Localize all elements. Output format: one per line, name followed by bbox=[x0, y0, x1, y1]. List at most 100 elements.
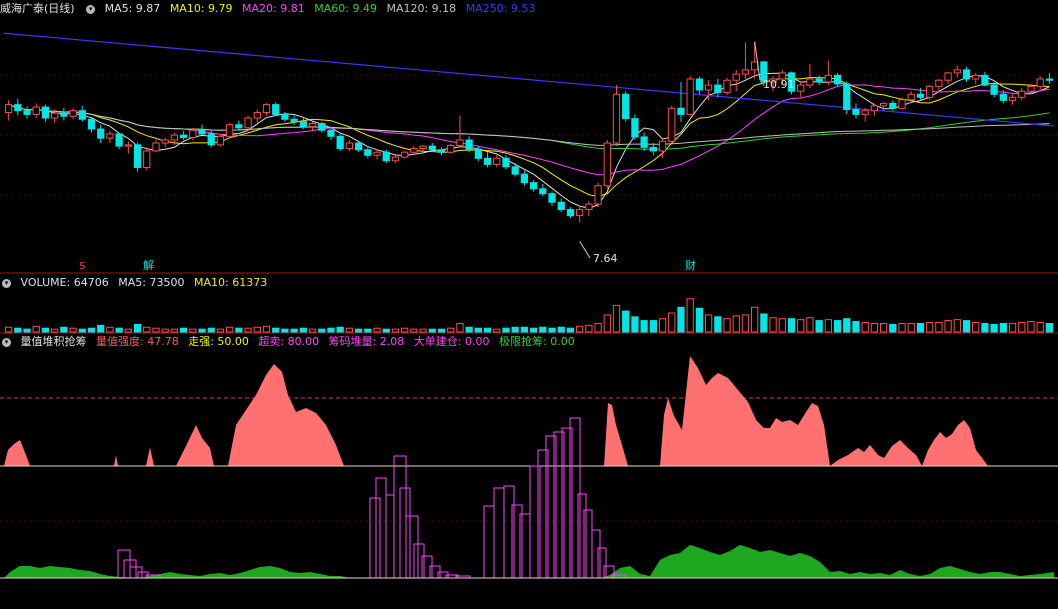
candle bbox=[290, 115, 298, 125]
volume-bar bbox=[695, 307, 704, 333]
candle bbox=[1036, 75, 1044, 90]
chevron-down-icon[interactable]: ▾ bbox=[2, 278, 11, 288]
volume-bar bbox=[686, 298, 694, 333]
volume-bar bbox=[170, 328, 179, 333]
candle-body bbox=[456, 139, 464, 146]
volume-bar bbox=[935, 322, 943, 333]
candle bbox=[677, 82, 685, 122]
volume-bar bbox=[833, 320, 842, 333]
volume-bar bbox=[944, 320, 952, 333]
candle-body bbox=[677, 107, 685, 115]
chouma-column bbox=[577, 493, 587, 579]
low-price-label: 7.64 bbox=[593, 252, 618, 265]
candle bbox=[281, 111, 289, 122]
candle bbox=[797, 82, 805, 98]
candle-body bbox=[879, 102, 888, 107]
volume-bar bbox=[1018, 322, 1026, 333]
candle-body bbox=[990, 84, 998, 95]
volume-bar bbox=[299, 327, 307, 333]
volume-bar bbox=[345, 327, 354, 333]
candle-body bbox=[308, 123, 317, 128]
candle-body bbox=[198, 129, 206, 135]
indicator-chouma: 筹码堆量: 2.08 bbox=[328, 335, 405, 348]
candle bbox=[447, 143, 455, 154]
low-pointer bbox=[579, 240, 591, 259]
candle-body bbox=[262, 104, 271, 114]
ma120-value: MA120: 9.18 bbox=[386, 2, 457, 15]
marker-s: S bbox=[79, 261, 85, 272]
candle bbox=[60, 107, 68, 121]
candle-body bbox=[14, 104, 22, 112]
volume-bar bbox=[143, 326, 151, 333]
candle-body bbox=[1045, 78, 1054, 81]
volume-bar bbox=[548, 327, 556, 333]
volume-bar bbox=[677, 306, 685, 333]
volume-bar bbox=[529, 327, 538, 333]
volume-bar bbox=[115, 327, 123, 333]
volume-bar bbox=[465, 326, 473, 333]
volume-bar bbox=[668, 312, 676, 333]
candle-body bbox=[953, 69, 961, 74]
candle-body bbox=[704, 84, 713, 91]
candle bbox=[198, 124, 206, 136]
volume-bar bbox=[806, 317, 814, 333]
volume-header: ▾ VOLUME: 64706 MA5: 73500 MA10: 61373 bbox=[0, 276, 273, 290]
volume-bar bbox=[658, 318, 667, 333]
volume-bar bbox=[539, 326, 547, 333]
candle bbox=[953, 65, 961, 78]
volume-bar bbox=[244, 327, 252, 333]
marker-jie: 解 bbox=[143, 258, 154, 272]
volume-bar bbox=[483, 327, 492, 333]
candle bbox=[69, 108, 77, 120]
candle bbox=[520, 170, 529, 186]
volume-bar bbox=[456, 322, 464, 333]
candle-body bbox=[226, 124, 234, 137]
indicator-header: ▾ 量值堆积抢筹 量值强度: 47.78 走强: 50.00 超卖: 80.00… bbox=[0, 335, 581, 349]
volume-bar bbox=[41, 327, 50, 333]
candle-body bbox=[594, 185, 602, 205]
indicator-layer bbox=[0, 356, 1058, 579]
candle bbox=[806, 63, 814, 89]
candle bbox=[539, 183, 547, 197]
candle bbox=[354, 141, 363, 153]
ma10-line bbox=[8, 76, 1050, 198]
candle-body bbox=[741, 69, 750, 75]
candle-body bbox=[281, 113, 289, 120]
candle bbox=[962, 66, 971, 83]
candle-body bbox=[999, 93, 1007, 101]
candle-body bbox=[539, 188, 547, 195]
candle-body bbox=[944, 72, 952, 81]
volume-bar bbox=[889, 323, 897, 333]
candle-body bbox=[391, 156, 400, 162]
volume-bar bbox=[797, 319, 805, 333]
candle-body bbox=[843, 83, 851, 110]
candle-body bbox=[152, 142, 160, 152]
candle-body bbox=[447, 144, 455, 153]
candle-body bbox=[318, 123, 326, 131]
volume-bar bbox=[631, 316, 639, 333]
candle bbox=[852, 103, 860, 119]
qiangdu-area bbox=[4, 356, 988, 466]
candle bbox=[318, 121, 326, 133]
candle bbox=[889, 100, 897, 111]
candle-body bbox=[216, 135, 225, 146]
candle-body bbox=[106, 133, 114, 139]
candle bbox=[529, 180, 538, 192]
chevron-down-icon[interactable]: ▾ bbox=[86, 4, 96, 14]
candle-body bbox=[612, 93, 621, 144]
volume-bar bbox=[493, 328, 501, 333]
candle bbox=[668, 105, 676, 144]
candle-body bbox=[686, 78, 694, 115]
candle-body bbox=[41, 106, 50, 119]
candle bbox=[364, 146, 372, 159]
candle-body bbox=[207, 133, 215, 146]
volume-bar bbox=[861, 322, 869, 333]
candle-body bbox=[428, 145, 436, 151]
volume-bar bbox=[916, 322, 925, 333]
ma60-value: MA60: 9.49 bbox=[314, 2, 377, 15]
candle-body bbox=[290, 118, 298, 123]
chevron-down-icon[interactable]: ▾ bbox=[2, 337, 11, 347]
volume-bar bbox=[576, 325, 584, 333]
candle-body bbox=[714, 84, 722, 93]
volume-bar bbox=[732, 315, 740, 333]
